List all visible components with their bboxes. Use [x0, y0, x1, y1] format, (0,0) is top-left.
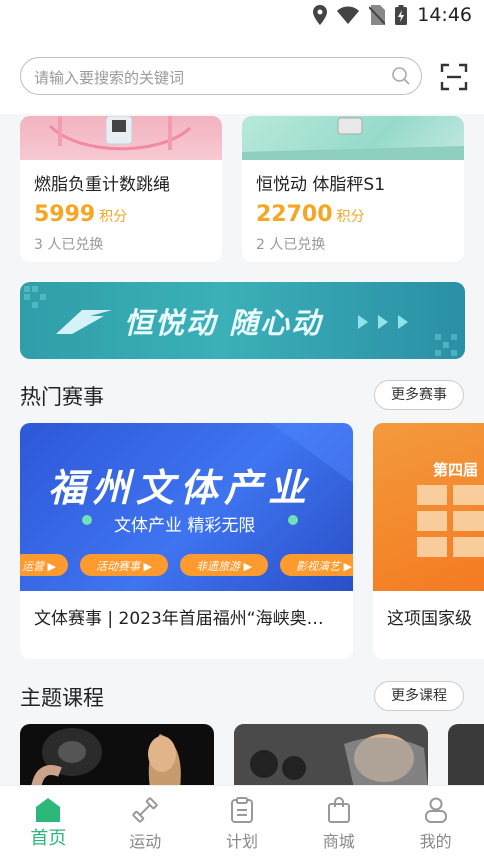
product-card[interactable]: 恒悦动 体脂秤S1 22700 积分 2 人已兑换: [242, 116, 464, 262]
event-image-headline: 第四届: [433, 461, 479, 479]
event-image: 第四届: [373, 423, 484, 591]
dumbbell-icon: [132, 797, 158, 823]
product-image: [242, 116, 464, 160]
brand-logo-mark: [56, 310, 112, 334]
location-icon: [313, 5, 328, 25]
redeemed-count: 2 人已兑换: [256, 237, 326, 253]
tab-mall[interactable]: 商城: [290, 786, 387, 862]
tab-plan[interactable]: 计划: [194, 786, 291, 862]
search-placeholder: 请输入要搜索的关键词: [34, 69, 185, 87]
search-input[interactable]: 请输入要搜索的关键词: [20, 57, 422, 95]
shopping-bag-icon: [327, 797, 350, 823]
bottom-tab-bar: 首页 运动 计划 商城 我的: [0, 785, 484, 862]
search-icon: [392, 67, 410, 85]
event-card[interactable]: 福州文体产业 文体产业 精彩无限 运营 ▶ 活动赛事 ▶ 非遗旅游 ▶ 影视演艺…: [20, 423, 353, 659]
no-sim-icon: [369, 5, 386, 25]
tab-label: 我的: [419, 832, 452, 851]
event-title: 文体赛事 | 2023年首届福州“海峡奥…: [34, 609, 324, 629]
redeemed-count: 3 人已兑换: [34, 237, 104, 253]
event-card[interactable]: 第四届 这项国家级: [373, 423, 484, 659]
wifi-icon: [337, 6, 360, 24]
tab-sports[interactable]: 运动: [97, 786, 194, 862]
event-image-subline: 文体产业 精彩无限: [114, 516, 256, 536]
status-bar: 14:46: [0, 0, 484, 36]
tab-label: 计划: [225, 832, 258, 851]
clock: 14:46: [417, 4, 472, 26]
product-card[interactable]: 燃脂负重计数跳绳 5999 积分 3 人已兑换: [20, 116, 222, 262]
product-image: [20, 116, 222, 160]
user-icon: [424, 797, 447, 823]
section-title-courses: 主题课程: [20, 686, 104, 710]
battery-charging-icon: [395, 5, 408, 25]
course-card[interactable]: [448, 724, 484, 788]
promo-banner[interactable]: 恒悦动 随心动: [20, 282, 465, 359]
tab-label: 商城: [322, 832, 355, 851]
home-icon: [36, 798, 61, 822]
course-image: [31, 728, 181, 788]
tab-label: 首页: [30, 828, 67, 849]
event-image: 福州文体产业 文体产业 精彩无限 运营 ▶ 活动赛事 ▶ 非遗旅游 ▶ 影视演艺…: [20, 423, 353, 591]
course-image: [234, 724, 428, 788]
scan-icon[interactable]: [440, 63, 468, 91]
tab-mine[interactable]: 我的: [387, 786, 484, 862]
more-events-button[interactable]: 更多赛事: [374, 380, 464, 410]
price-unit: 积分: [336, 209, 365, 225]
product-name: 燃脂负重计数跳绳: [34, 175, 170, 195]
banner-slogan: 恒悦动 随心动: [124, 306, 323, 340]
event-image-headline: 福州文体产业: [48, 466, 313, 510]
section-title-hot-events: 热门赛事: [20, 385, 104, 409]
search-bar: 请输入要搜索的关键词: [0, 36, 484, 114]
course-card[interactable]: [234, 724, 428, 788]
product-price: 22700 积分: [256, 202, 365, 227]
product-name: 恒悦动 体脂秤S1: [256, 175, 386, 195]
more-courses-button[interactable]: 更多课程: [374, 681, 464, 711]
clipboard-icon: [230, 797, 253, 823]
course-card[interactable]: [20, 724, 214, 788]
tab-home[interactable]: 首页: [0, 786, 97, 862]
tab-label: 运动: [129, 832, 162, 851]
event-image-tags: 运营 ▶ 活动赛事 ▶ 非遗旅游 ▶ 影视演艺 ▶: [22, 560, 352, 573]
event-title: 这项国家级: [387, 609, 472, 629]
price-unit: 积分: [99, 209, 128, 225]
product-price: 5999 积分: [34, 202, 128, 227]
